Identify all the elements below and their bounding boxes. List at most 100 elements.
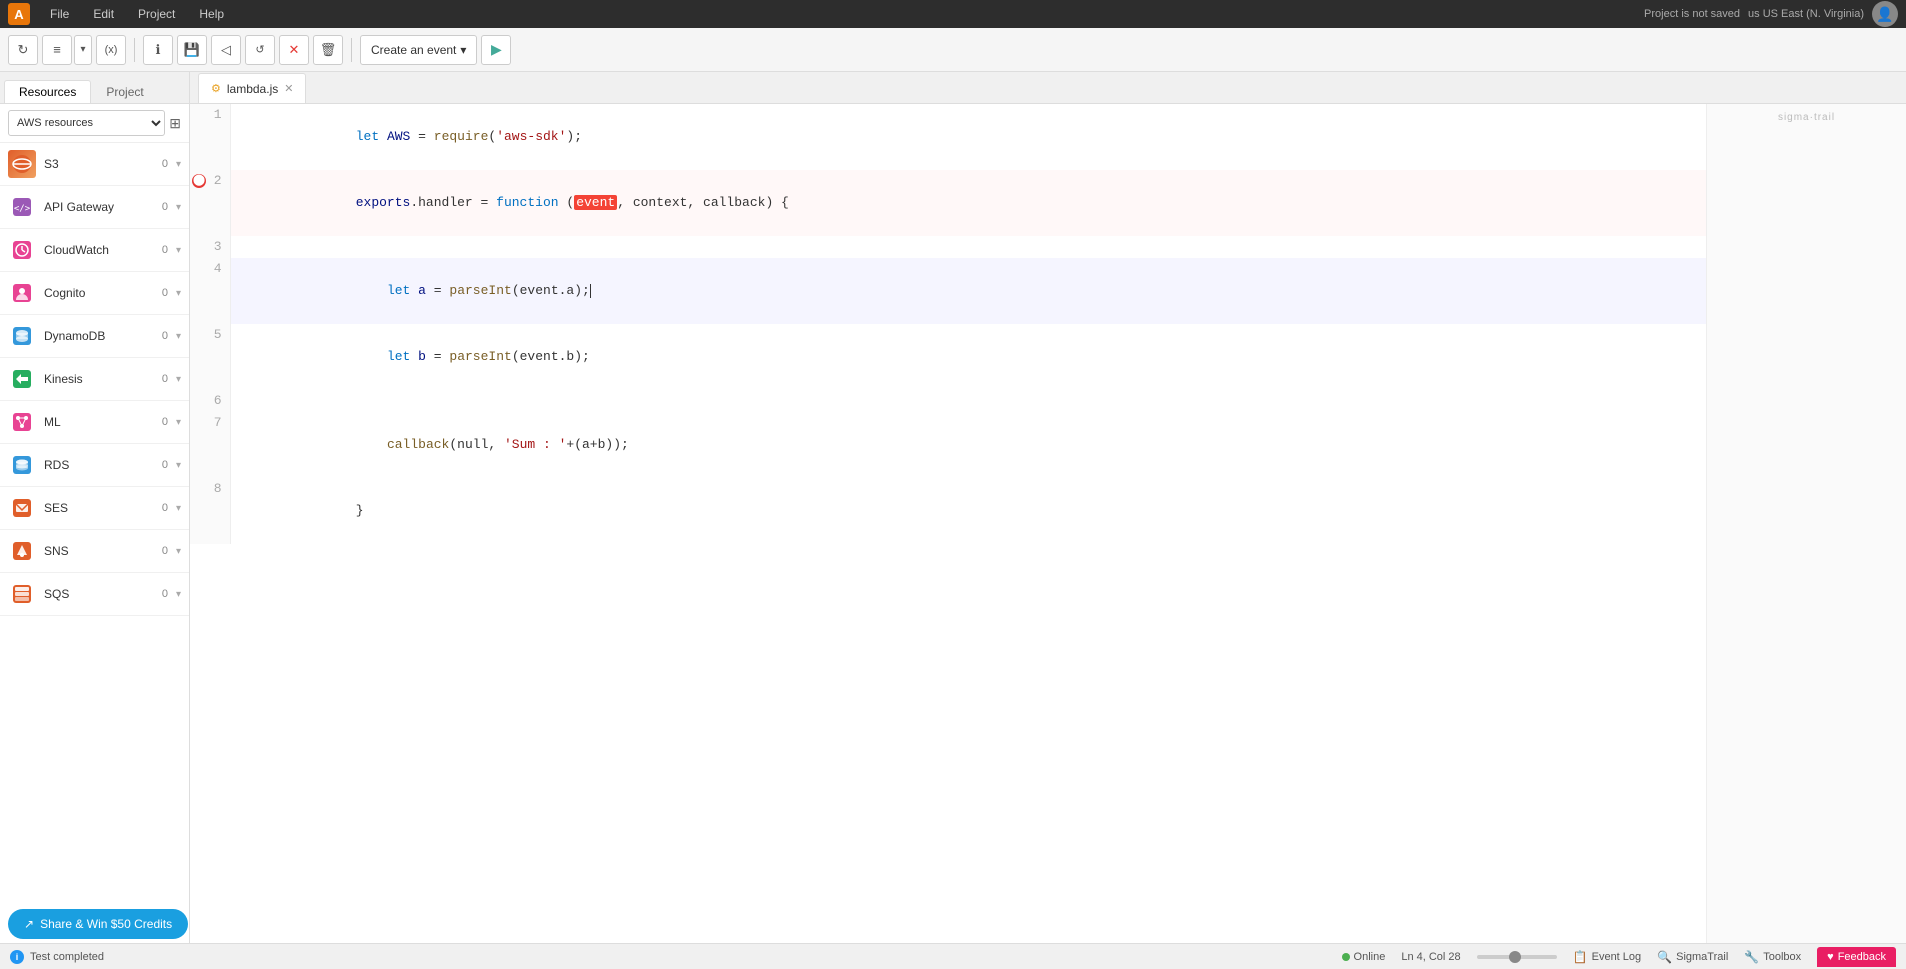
create-event-button[interactable]: Create an event ▾: [360, 35, 477, 65]
s3-count: 0: [154, 158, 168, 170]
status-right: Online Ln 4, Col 28 📋 Event Log 🔍 SigmaT…: [1342, 947, 1896, 967]
region-label: us US East (N. Virginia): [1748, 8, 1864, 20]
zoom-thumb[interactable]: [1509, 951, 1521, 963]
sidebar-item-ml[interactable]: ML 0 ▾: [0, 401, 189, 444]
save-button[interactable]: 💾: [177, 35, 207, 65]
cognito-icon: [8, 279, 36, 307]
sidebar-tab-bar: Resources Project: [0, 72, 190, 103]
ml-icon: [8, 408, 36, 436]
sidebar-item-s3[interactable]: S3 0 ▾: [0, 143, 189, 186]
toolbar-separator-1: [134, 38, 135, 62]
code-line-4: 4 let a = parseInt(event.a);: [190, 258, 1706, 324]
cursor-caret: [590, 284, 591, 298]
line-content-8: }: [230, 478, 1706, 544]
line-content-7: callback(null, 'Sum : '+(a+b));: [230, 412, 1706, 478]
menu-file[interactable]: File: [46, 5, 73, 23]
file-tab-label: lambda.js: [227, 82, 278, 96]
sqs-label: SQS: [44, 587, 146, 601]
menu-help[interactable]: Help: [195, 5, 228, 23]
sidebar-item-cloudwatch[interactable]: CloudWatch 0 ▾: [0, 229, 189, 272]
code-editor[interactable]: 1 let AWS = require('aws-sdk'); ⬤ 2 expo…: [190, 104, 1706, 943]
file-tab-lambda[interactable]: ⚙ lambda.js ✕: [198, 73, 306, 103]
redo-button[interactable]: ↺: [245, 35, 275, 65]
line-num-8: 8: [190, 478, 230, 544]
online-status: Online: [1342, 951, 1386, 963]
online-label: Online: [1354, 951, 1386, 963]
sidebar-item-api-gateway[interactable]: </> API Gateway 0 ▾: [0, 186, 189, 229]
share-button[interactable]: ↗ Share & Win $50 Credits: [8, 909, 188, 939]
editor-tab-bar: ⚙ lambda.js ✕: [190, 72, 1906, 103]
share-icon: ↗: [24, 917, 34, 931]
api-gateway-icon: </>: [8, 193, 36, 221]
sidebar-item-rds[interactable]: RDS 0 ▾: [0, 444, 189, 487]
gutter-watermark: sigma·trail: [1715, 112, 1898, 123]
toolbox-button[interactable]: 🔧 Toolbox: [1744, 950, 1801, 964]
cognito-chevron-icon: ▾: [176, 288, 181, 299]
sns-label: SNS: [44, 544, 146, 558]
line-num-7: 7: [190, 412, 230, 478]
toolbar: ↻ ≡ ▾ (x) ℹ 💾 ◁ ↺ ✕ 🗑 Create an event ▾ …: [0, 28, 1906, 72]
s3-chevron-icon: ▾: [176, 159, 181, 170]
info-button[interactable]: ℹ: [143, 35, 173, 65]
ses-label: SES: [44, 501, 146, 515]
sidebar-item-kinesis[interactable]: Kinesis 0 ▾: [0, 358, 189, 401]
ml-label: ML: [44, 415, 146, 429]
code-line-2: ⬤ 2 exports.handler = function (event, c…: [190, 170, 1706, 236]
api-gateway-chevron-icon: ▾: [176, 202, 181, 213]
user-avatar[interactable]: 👤: [1872, 1, 1898, 27]
undo-button[interactable]: ◁: [211, 35, 241, 65]
sigmatrail-button[interactable]: 🔍 SigmaTrail: [1657, 950, 1728, 964]
sns-count: 0: [154, 545, 168, 557]
refresh-button[interactable]: ↻: [8, 35, 38, 65]
dynamodb-label: DynamoDB: [44, 329, 146, 343]
toolbox-label: Toolbox: [1763, 951, 1801, 963]
code-container[interactable]: 1 let AWS = require('aws-sdk'); ⬤ 2 expo…: [190, 104, 1706, 943]
sqs-chevron-icon: ▾: [176, 589, 181, 600]
aws-resources-select[interactable]: AWS resources: [8, 110, 165, 136]
delete-button[interactable]: 🗑: [313, 35, 343, 65]
sidebar-item-sqs[interactable]: SQS 0 ▾: [0, 573, 189, 616]
code-line-6: 6: [190, 390, 1706, 412]
feedback-label: Feedback: [1838, 951, 1886, 963]
online-dot: [1342, 953, 1350, 961]
sigmatrail-label: SigmaTrail: [1676, 951, 1728, 963]
rds-label: RDS: [44, 458, 146, 472]
project-status: Project is not saved: [1644, 8, 1740, 20]
tab-project[interactable]: Project: [91, 80, 158, 103]
run-button[interactable]: ▶: [481, 35, 511, 65]
line-content-6: [230, 390, 1706, 412]
line-num-4: 4: [190, 258, 230, 324]
line-num-6: 6: [190, 390, 230, 412]
menu-project[interactable]: Project: [134, 5, 179, 23]
align-button[interactable]: ≡: [42, 35, 72, 65]
tab-resources[interactable]: Resources: [4, 80, 91, 103]
line-num-2: ⬤ 2: [190, 170, 230, 236]
sidebar-item-sns[interactable]: SNS 0 ▾: [0, 530, 189, 573]
code-line-7: 7 callback(null, 'Sum : '+(a+b));: [190, 412, 1706, 478]
code-line-8: 8 }: [190, 478, 1706, 544]
ses-count: 0: [154, 502, 168, 514]
align-chevron-button[interactable]: ▾: [74, 35, 92, 65]
api-gateway-count: 0: [154, 201, 168, 213]
cloudwatch-count: 0: [154, 244, 168, 256]
cursor-pos-label: Ln 4, Col 28: [1401, 951, 1460, 963]
main-area: AWS resources ⊞ S3 0 ▾ </> API Gateway 0…: [0, 104, 1906, 943]
cloudwatch-label: CloudWatch: [44, 243, 146, 257]
feedback-button[interactable]: ♥ Feedback: [1817, 947, 1896, 967]
variable-button[interactable]: (x): [96, 35, 126, 65]
cloudwatch-icon: [8, 236, 36, 264]
menu-edit[interactable]: Edit: [89, 5, 118, 23]
sidebar-item-cognito[interactable]: Cognito 0 ▾: [0, 272, 189, 315]
s3-label: S3: [44, 157, 146, 171]
cloudwatch-chevron-icon: ▾: [176, 245, 181, 256]
app-logo: A: [8, 3, 30, 25]
create-event-chevron-icon: ▾: [460, 43, 466, 57]
close-button[interactable]: ✕: [279, 35, 309, 65]
file-tab-close-icon[interactable]: ✕: [284, 82, 293, 95]
sidebar-item-ses[interactable]: SES 0 ▾: [0, 487, 189, 530]
code-table: 1 let AWS = require('aws-sdk'); ⬤ 2 expo…: [190, 104, 1706, 544]
sidebar-filter-icon[interactable]: ⊞: [169, 115, 181, 132]
zoom-slider[interactable]: [1477, 955, 1557, 959]
event-log-button[interactable]: 📋 Event Log: [1573, 950, 1642, 964]
sidebar-item-dynamodb[interactable]: DynamoDB 0 ▾: [0, 315, 189, 358]
